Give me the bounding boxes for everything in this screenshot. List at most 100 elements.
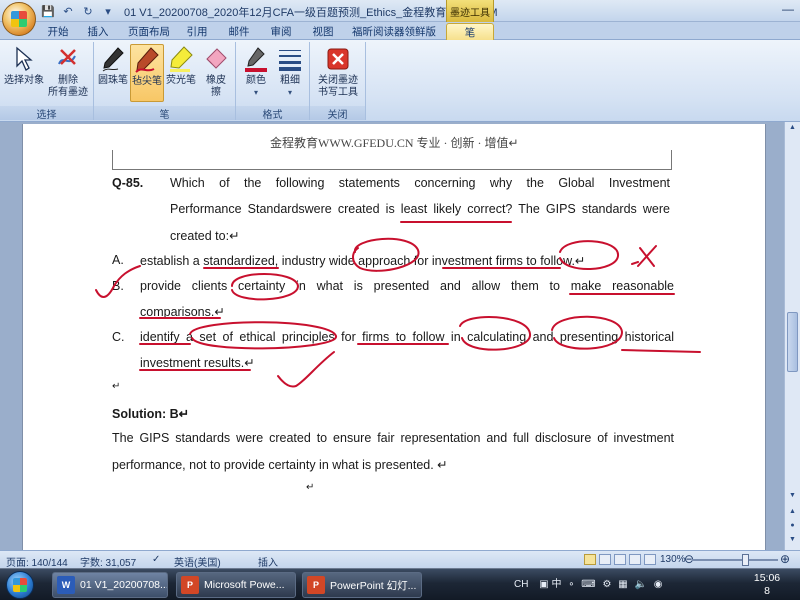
insert-mode-status[interactable]: 插入: [258, 554, 278, 569]
option-b-text-line1: provide clients certainty in what is pre…: [140, 279, 674, 293]
option-b-text-line2: comparisons.↵: [140, 305, 225, 319]
web-layout-icon[interactable]: [614, 554, 626, 565]
windows-taskbar: W 01 V1_20200708... P Microsoft Powe... …: [0, 568, 800, 600]
ribbon-pen: 选择对象 删除 所有墨迹 选择 圆珠笔 毡尖笔 荧光笔 橡皮 擦 笔 颜色 ▾ …: [0, 40, 800, 122]
save-icon[interactable]: 💾: [40, 3, 56, 19]
ink-thickness-button[interactable]: 粗细 ▾: [274, 44, 306, 102]
group-close: 关闭墨迹 书写工具 关闭: [310, 42, 366, 121]
taskbar-item-powerpoint-slideshow[interactable]: P PowerPoint 幻灯...: [302, 572, 422, 598]
highlighter-icon: [166, 44, 196, 74]
delete-all-ink-button[interactable]: 删除 所有墨迹: [46, 44, 90, 102]
paragraph-mark: ↵: [306, 482, 315, 493]
language-indicator[interactable]: CH: [514, 579, 528, 590]
ime-icon[interactable]: ▣: [539, 579, 548, 590]
zoom-slider-knob[interactable]: [742, 554, 749, 566]
ballpoint-pen-button[interactable]: 圆珠笔: [96, 44, 130, 102]
tab-mailings[interactable]: 邮件: [224, 23, 254, 40]
pen-color-icon: [241, 44, 271, 74]
question-text-line1: Which of the following statements concer…: [170, 176, 670, 190]
zoom-in-icon[interactable]: ⊕: [780, 552, 790, 566]
quick-access-toolbar: 💾 ↶ ↻ ▾: [40, 3, 116, 19]
office-logo-icon: [11, 11, 27, 27]
tab-page-layout[interactable]: 页面布局: [124, 23, 174, 40]
felt-tip-pen-button[interactable]: 毡尖笔: [130, 44, 164, 102]
cursor-arrow-icon: [9, 44, 39, 74]
option-a-text: establish a standardized, industry wide …: [140, 254, 586, 268]
next-page-icon[interactable]: ▼: [787, 536, 798, 548]
title-bar: 💾 ↶ ↻ ▾ 01 V1_20200708_2020年12月CFA一级百题预测…: [0, 0, 800, 22]
dropdown-arrow-icon: ▾: [287, 88, 292, 97]
eraser-button[interactable]: 橡皮 擦: [198, 44, 234, 102]
undo-icon[interactable]: ↶: [60, 3, 76, 19]
office-button[interactable]: [2, 2, 36, 36]
network-icon[interactable]: ▦: [618, 579, 627, 590]
paragraph-mark: ↵: [112, 381, 121, 392]
option-c-letter: C.: [112, 330, 125, 344]
ime-mode-indicator[interactable]: 中: [551, 579, 561, 590]
group-format: 颜色 ▾ 粗细 ▾ 格式: [236, 42, 310, 121]
draft-view-icon[interactable]: [644, 554, 656, 565]
taskbar-item-word[interactable]: W 01 V1_20200708...: [52, 572, 168, 598]
solution-text-line2: performance, not to provide certainty in…: [112, 458, 448, 472]
tab-view[interactable]: 视图: [308, 23, 338, 40]
group-select: 选择对象 删除 所有墨迹 选择: [0, 42, 94, 121]
start-button[interactable]: [6, 571, 34, 599]
ink-color-button[interactable]: 颜色 ▾: [240, 44, 272, 102]
word-icon: W: [57, 576, 75, 594]
proofing-icon[interactable]: ✓: [152, 554, 160, 565]
option-c-text-line1: identify a set of ethical principles for…: [140, 330, 674, 344]
system-tray: CH ▣ 中 ∘ ⌨ ⚙ ▦ 🔈 ◉: [514, 575, 662, 590]
zoom-slider[interactable]: [692, 559, 778, 561]
scroll-thumb[interactable]: [787, 312, 798, 372]
customize-qat-icon[interactable]: ▾: [100, 3, 116, 19]
select-browse-object-icon[interactable]: ●: [787, 522, 798, 534]
slideshow-icon: P: [307, 576, 325, 594]
close-ink-tools-button[interactable]: 关闭墨迹 书写工具: [314, 44, 362, 102]
select-object-button[interactable]: 选择对象: [4, 44, 44, 102]
group-label-close: 关闭: [310, 106, 365, 121]
question-number: Q-85.: [112, 176, 144, 190]
settings-icon[interactable]: ⚙: [603, 579, 612, 590]
header-rule: [112, 150, 672, 170]
redo-icon[interactable]: ↻: [80, 3, 96, 19]
punctuation-icon[interactable]: ∘: [568, 579, 574, 590]
volume-icon[interactable]: 🔈: [635, 579, 647, 590]
previous-page-icon[interactable]: ▲: [787, 508, 798, 520]
solution-label: Solution: B↵: [112, 407, 190, 421]
ink-tools-context-label: 墨迹工具: [446, 0, 494, 22]
outline-view-icon[interactable]: [629, 554, 641, 565]
minimize-icon[interactable]: —: [776, 0, 800, 18]
full-screen-reading-icon[interactable]: [599, 554, 611, 565]
tab-references[interactable]: 引用: [182, 23, 212, 40]
zoom-level[interactable]: 130%: [660, 554, 686, 565]
question-text-line3: created to:↵: [170, 229, 240, 243]
group-label-pen: 笔: [94, 106, 235, 121]
scroll-up-icon[interactable]: ▲: [787, 124, 798, 136]
tab-pen[interactable]: 笔: [446, 23, 494, 40]
eraser-icon: [201, 44, 231, 74]
system-clock[interactable]: 15:06 8: [740, 572, 794, 598]
tab-foxit-reader[interactable]: 福昕阅读器领鲜版: [350, 23, 438, 40]
group-label-select: 选择: [0, 106, 93, 121]
scroll-down-icon[interactable]: ▼: [787, 492, 798, 504]
taskbar-item-powerpoint[interactable]: P Microsoft Powe...: [176, 572, 296, 598]
page-count[interactable]: 页面: 140/144: [6, 554, 68, 569]
option-c-text-line2: investment results.↵: [140, 356, 255, 370]
close-icon: [323, 44, 353, 74]
language-status[interactable]: 英语(美国): [174, 554, 221, 569]
option-b-letter: B.: [112, 279, 124, 293]
word-count[interactable]: 字数: 31,057: [80, 554, 136, 569]
window-title: 01 V1_20200708_2020年12月CFA一级百题预测_Ethics_…: [124, 7, 498, 19]
tab-insert[interactable]: 插入: [82, 23, 114, 40]
vertical-scrollbar[interactable]: ▲ ▼ ▲ ● ▼: [784, 122, 800, 550]
tray-app-icon[interactable]: ◉: [654, 579, 663, 590]
windows-logo-icon: [13, 578, 27, 592]
highlighter-button[interactable]: 荧光笔: [164, 44, 198, 102]
tab-review[interactable]: 审阅: [266, 23, 296, 40]
print-layout-view-icon[interactable]: [584, 554, 596, 565]
tab-home[interactable]: 开始: [40, 23, 76, 40]
dropdown-arrow-icon: ▾: [253, 88, 258, 97]
solution-text-line1: The GIPS standards were created to ensur…: [112, 431, 674, 445]
delete-ink-icon: [53, 44, 83, 74]
keyboard-icon[interactable]: ⌨: [581, 579, 595, 590]
